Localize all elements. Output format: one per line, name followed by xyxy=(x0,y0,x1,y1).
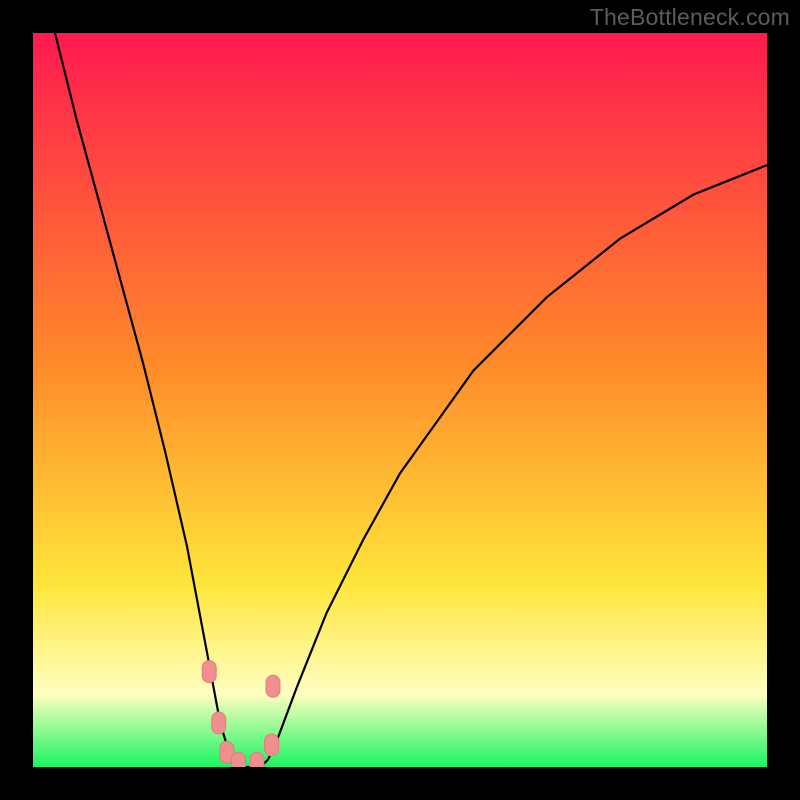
plot-area xyxy=(33,33,767,767)
chart-frame: TheBottleneck.com xyxy=(0,0,800,800)
curve-marker xyxy=(265,734,279,756)
gradient-background xyxy=(33,33,767,767)
curve-marker xyxy=(250,752,264,767)
curve-marker xyxy=(232,752,246,767)
curve-marker xyxy=(266,675,280,697)
watermark-text: TheBottleneck.com xyxy=(590,4,790,31)
bottleneck-curve-chart xyxy=(33,33,767,767)
curve-marker xyxy=(202,661,216,683)
curve-marker xyxy=(212,712,226,734)
